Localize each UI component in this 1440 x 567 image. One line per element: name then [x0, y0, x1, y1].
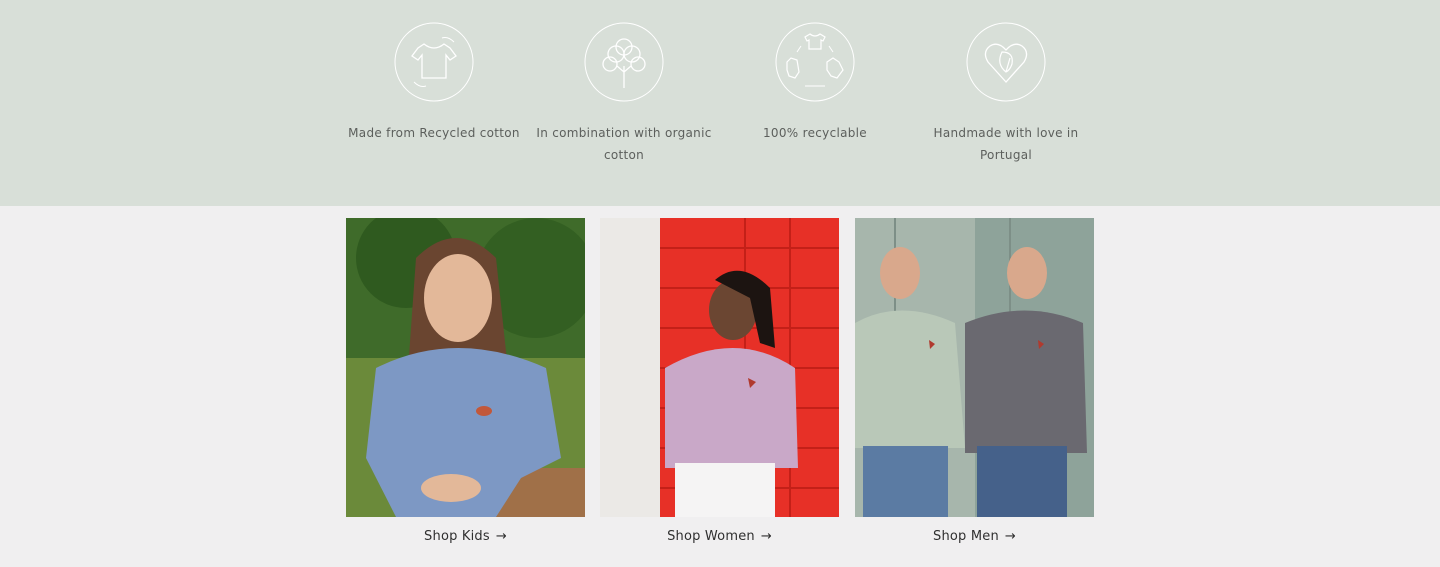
shop-card-men: Shop Men → [855, 218, 1094, 544]
feature-label: Handmade with love in Portugal [933, 126, 1079, 162]
shop-kids-link[interactable]: Shop Kids → [346, 529, 585, 544]
shop-women-label: Shop Women [667, 529, 755, 544]
feature-handmade: Handmade with love in Portugal [911, 22, 1101, 166]
shop-card-kids: Shop Kids → [346, 218, 585, 544]
feature-label: Made from Recycled cotton [348, 126, 520, 140]
arrow-right-icon: → [1004, 529, 1016, 544]
cotton-plant-icon [584, 22, 664, 102]
feature-label: 100% recyclable [763, 126, 867, 140]
kids-photo[interactable] [346, 218, 585, 517]
feature-label: In combination with organic cotton [536, 126, 712, 162]
shop-kids-label: Shop Kids [424, 529, 490, 544]
recycled-tshirt-icon [394, 22, 474, 102]
women-photo[interactable] [600, 218, 839, 517]
feature-organic-cotton: In combination with organic cotton [529, 22, 719, 166]
features-band: Made from Recycled cotton In combination… [0, 0, 1440, 206]
shop-men-link[interactable]: Shop Men → [855, 529, 1094, 544]
feature-recyclable: 100% recyclable [720, 22, 910, 144]
arrow-right-icon: → [495, 529, 507, 544]
shop-card-women: Shop Women → [600, 218, 839, 544]
men-photo[interactable] [855, 218, 1094, 517]
shop-categories: Shop Kids → Shop Women → Shop Men → [0, 206, 1440, 567]
shop-men-label: Shop Men [933, 529, 999, 544]
shop-women-link[interactable]: Shop Women → [600, 529, 839, 544]
recycle-clothes-icon [775, 22, 855, 102]
feature-recycled-cotton: Made from Recycled cotton [339, 22, 529, 144]
arrow-right-icon: → [760, 529, 772, 544]
heart-leaf-icon [966, 22, 1046, 102]
